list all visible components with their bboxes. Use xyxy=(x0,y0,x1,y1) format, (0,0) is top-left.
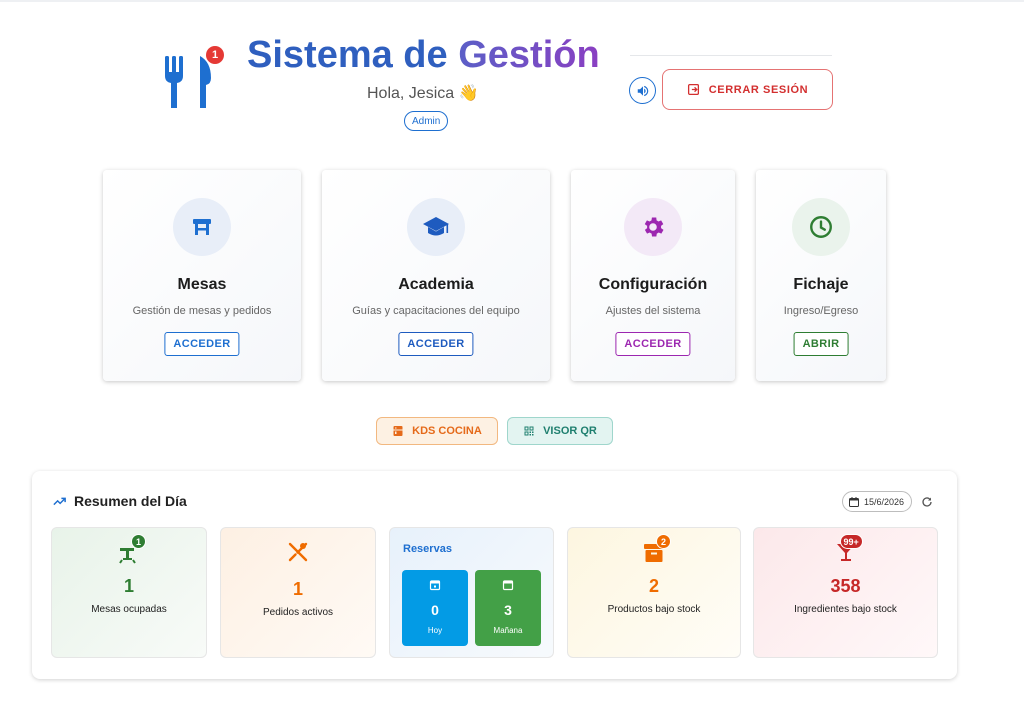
card-icon-circle xyxy=(624,198,682,256)
qr-code-icon xyxy=(524,426,534,436)
gear-icon xyxy=(644,217,664,237)
daily-summary-panel: Resumen del Día 15/6/2026 1 1 Mesas ocup… xyxy=(32,471,957,679)
stat-value: 1 xyxy=(292,579,303,599)
stat-label: Ingredientes bajo stock xyxy=(794,604,897,615)
kitchen-icon xyxy=(393,426,403,436)
card-academia: Academia Guías y capacitaciones del equi… xyxy=(322,170,550,381)
page-title: Sistema de Gestión xyxy=(247,34,600,77)
refresh-icon xyxy=(922,497,932,507)
speaker-icon xyxy=(637,85,648,96)
stat-icon: 99+ xyxy=(834,534,863,564)
reservas-hoy-label: Hoy xyxy=(427,626,443,635)
card-description: Ingreso/Egreso xyxy=(783,305,859,317)
date-picker[interactable]: 15/6/2026 xyxy=(842,491,913,512)
calendar-icon xyxy=(849,496,859,507)
card-title: Mesas xyxy=(177,276,227,293)
mesas-access-button[interactable]: ACCEDER xyxy=(164,332,240,356)
clock-icon xyxy=(810,216,832,238)
stat-badge: 2 xyxy=(656,534,671,549)
calendar-day-icon xyxy=(429,580,441,591)
card-mesas: Mesas Gestión de mesas y pedidos ACCEDER xyxy=(103,170,301,381)
top-divider xyxy=(0,0,1024,2)
stat-icon: 1 xyxy=(117,534,146,564)
visor-qr-label: VISOR QR xyxy=(543,425,597,437)
stat-label: Mesas ocupadas xyxy=(91,604,167,615)
sound-toggle-button[interactable] xyxy=(629,77,656,104)
logout-label: CERRAR SESIÓN xyxy=(708,83,809,96)
reservas-hoy[interactable]: 0 Hoy xyxy=(402,570,468,646)
kds-cocina-label: KDS COCINA xyxy=(412,425,482,437)
header-divider xyxy=(630,55,832,56)
graduation-cap-icon xyxy=(423,217,449,236)
role-badge: Admin xyxy=(404,111,449,131)
trending-up-icon xyxy=(53,497,66,505)
reservas-manana-label: Mañana xyxy=(493,626,523,635)
title-part-2: Gestión xyxy=(458,34,600,76)
date-value: 15/6/2026 xyxy=(864,496,905,507)
stat-label: Productos bajo stock xyxy=(607,604,701,615)
logout-button[interactable]: CERRAR SESIÓN xyxy=(662,69,833,110)
stat-reservas[interactable]: Reservas 0 Hoy 3 Mañana xyxy=(389,527,554,658)
reservas-hoy-value: 0 xyxy=(431,602,439,618)
greeting-text: Hola, Jesica 👋 xyxy=(367,85,479,102)
notification-badge: 1 xyxy=(206,46,224,64)
card-icon-circle xyxy=(173,198,231,256)
stat-ingredientes-bajo-stock[interactable]: 99+ 358 Ingredientes bajo stock xyxy=(753,527,938,658)
card-description: Guías y capacitaciones del equipo xyxy=(352,305,520,317)
stat-value: 358 xyxy=(830,576,861,596)
utensils-icon xyxy=(288,542,308,562)
refresh-button[interactable] xyxy=(919,494,935,510)
card-title: Configuración xyxy=(598,276,708,293)
logout-icon xyxy=(687,83,699,96)
visor-qr-button[interactable]: VISOR QR xyxy=(507,417,613,445)
fichaje-open-button[interactable]: ABRIR xyxy=(793,332,849,356)
stat-badge: 99+ xyxy=(839,534,863,549)
stat-icon xyxy=(286,540,310,564)
stat-badge: 1 xyxy=(131,534,146,549)
table-icon xyxy=(193,219,211,235)
reservas-title: Reservas xyxy=(403,543,452,555)
stat-icon: 2 xyxy=(642,534,671,564)
summary-title: Resumen del Día xyxy=(74,493,187,509)
academia-access-button[interactable]: ACCEDER xyxy=(398,332,474,356)
stat-pedidos-activos[interactable]: 1 Pedidos activos xyxy=(220,527,376,658)
card-title: Academia xyxy=(398,276,474,293)
reservas-manana-value: 3 xyxy=(504,602,512,618)
kds-cocina-button[interactable]: KDS COCINA xyxy=(376,417,498,445)
restaurant-logo: 1 xyxy=(160,46,226,114)
title-part-1: Sistema de xyxy=(247,34,448,76)
stat-label: Pedidos activos xyxy=(262,607,334,618)
card-icon-circle xyxy=(407,198,465,256)
card-icon-circle xyxy=(792,198,850,256)
card-description: Ajustes del sistema xyxy=(605,305,701,317)
card-description: Gestión de mesas y pedidos xyxy=(132,305,272,317)
stat-value: 2 xyxy=(648,576,659,596)
card-fichaje: Fichaje Ingreso/Egreso ABRIR xyxy=(756,170,886,381)
summary-header: Resumen del Día xyxy=(52,493,187,509)
card-configuracion: Configuración Ajustes del sistema ACCEDE… xyxy=(571,170,735,381)
stat-mesas-ocupadas[interactable]: 1 1 Mesas ocupadas xyxy=(51,527,207,658)
configuracion-access-button[interactable]: ACCEDER xyxy=(615,332,691,356)
card-title: Fichaje xyxy=(793,276,849,293)
reservas-manana[interactable]: 3 Mañana xyxy=(475,570,541,646)
stat-productos-bajo-stock[interactable]: 2 2 Productos bajo stock xyxy=(567,527,741,658)
calendar-icon xyxy=(502,580,514,591)
stat-value: 1 xyxy=(123,576,134,596)
